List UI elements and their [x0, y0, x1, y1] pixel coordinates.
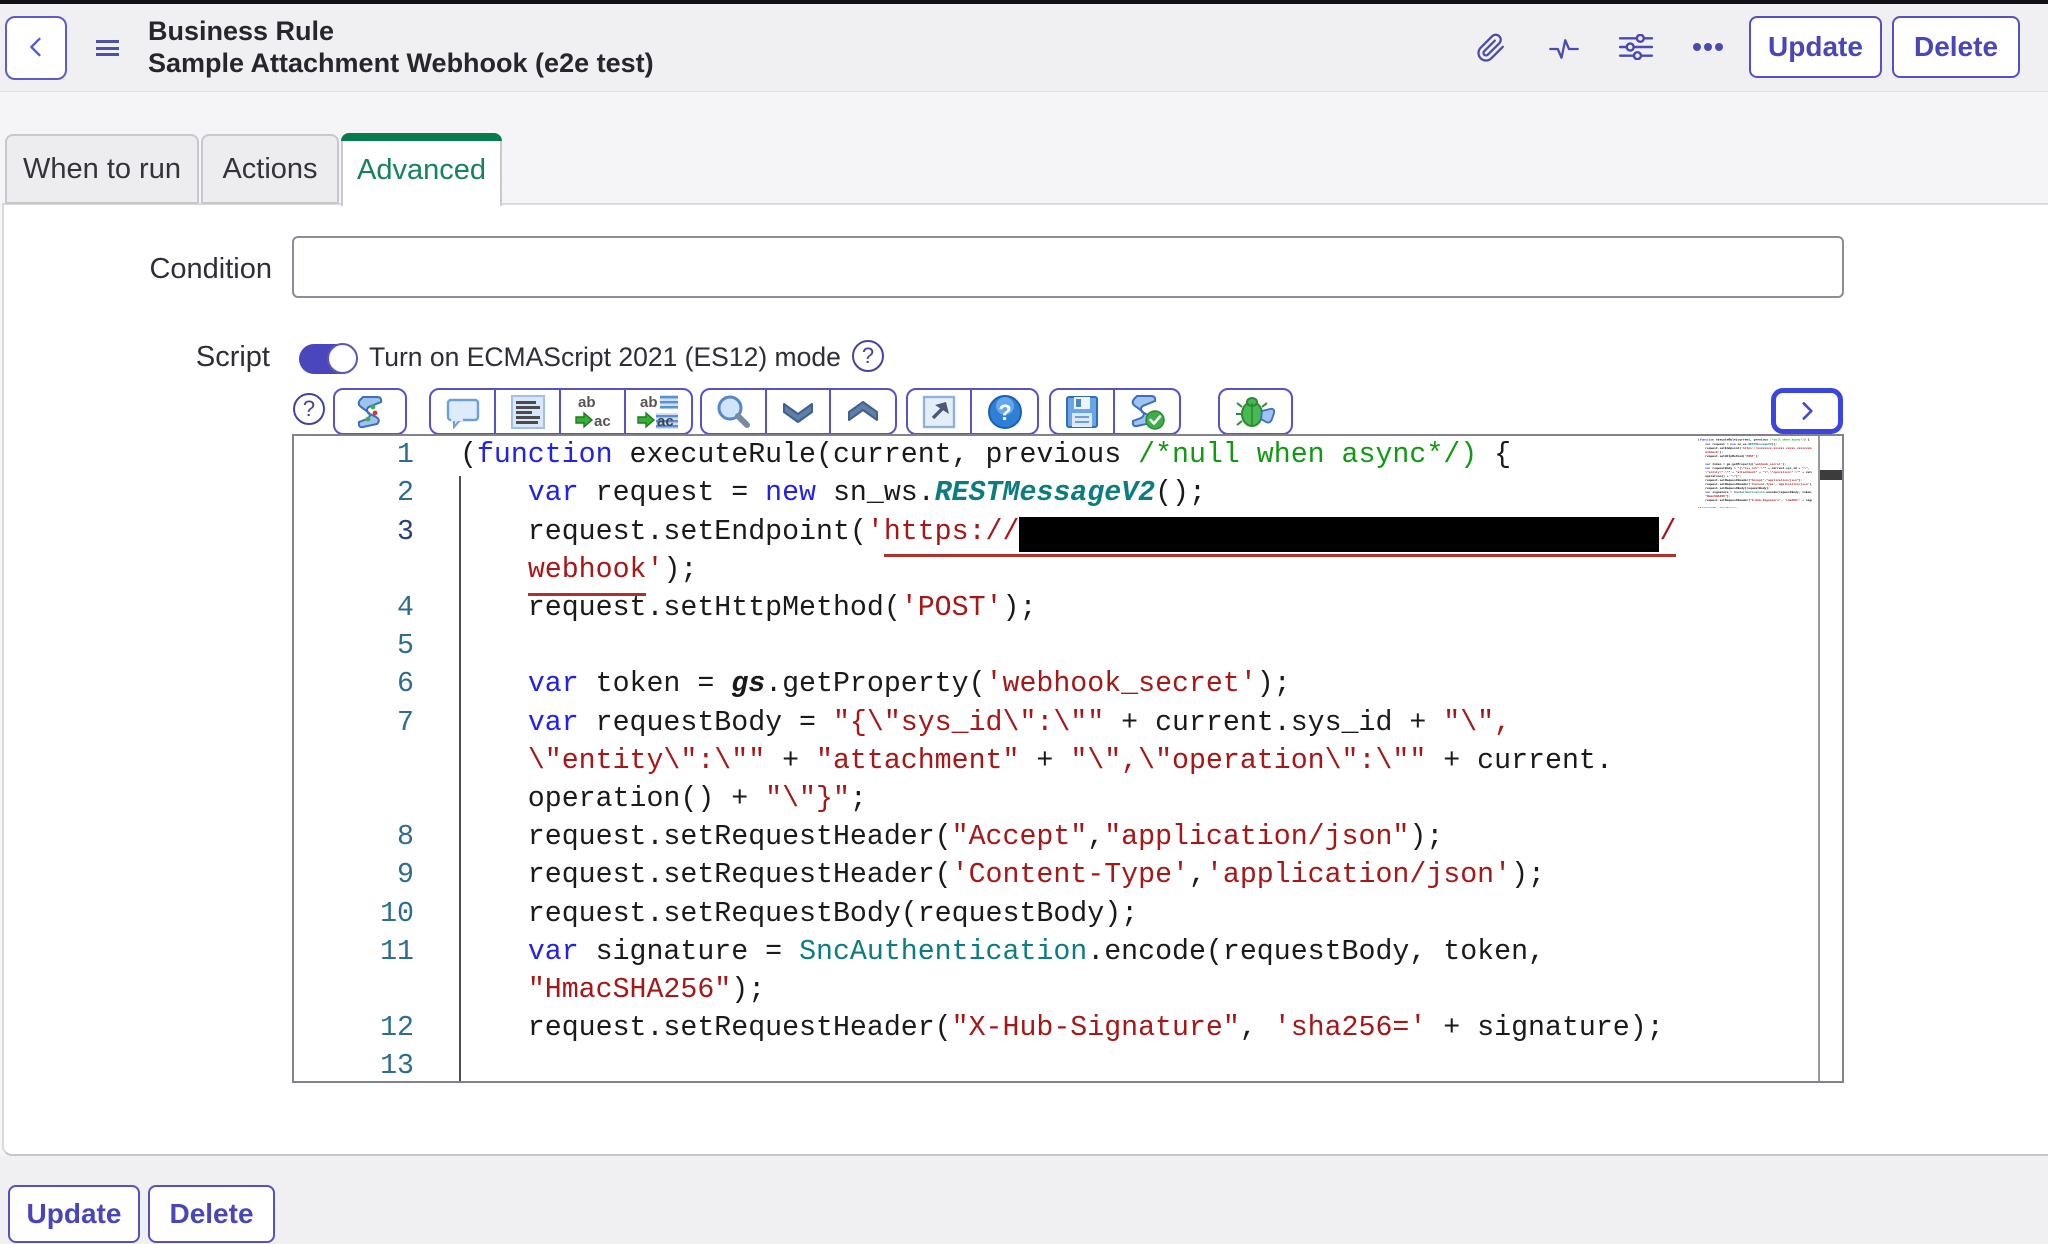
svg-text:?: ? [998, 400, 1011, 425]
svg-text:ac: ac [594, 413, 611, 430]
svg-text:ab: ab [578, 394, 596, 411]
svg-text:ac: ac [657, 413, 674, 430]
svg-text:ab: ab [640, 394, 658, 411]
